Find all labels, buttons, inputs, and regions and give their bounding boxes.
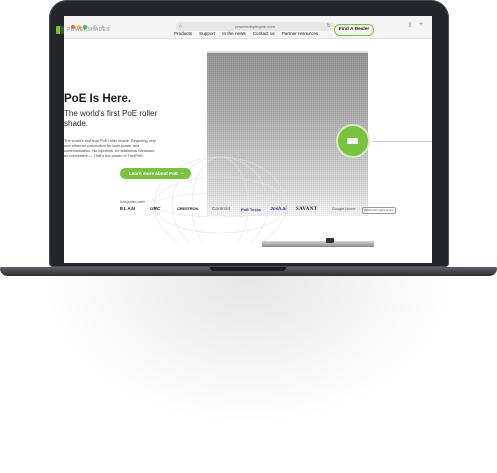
lock-icon: ⌂ (179, 23, 183, 29)
shade-pull-knob (326, 238, 334, 243)
reload-icon[interactable]: ↻ (327, 22, 331, 31)
poe-port-highlight (336, 124, 370, 158)
brand-elan-logo: ELAN (120, 207, 136, 212)
hero-body: The world's first true PoE roller shade.… (64, 138, 156, 159)
ethernet-plug-icon (347, 138, 358, 144)
hero-title: PoE Is Here. (64, 93, 132, 105)
globe-lines-decoration (153, 156, 287, 243)
url-text: poweredbytrupoe.com (235, 24, 275, 29)
brand-google-home-logo: Google Home (332, 207, 356, 211)
logo-mark-icon (56, 26, 64, 34)
brand-josh-logo: Josh.ai (270, 207, 287, 212)
logo-text: POWERSHADES (67, 27, 110, 33)
nav-products[interactable]: Products (174, 31, 192, 36)
address-bar[interactable]: ⌂ poweredbytrupoe.com ↻ (176, 22, 334, 31)
laptop-shadow (40, 276, 457, 426)
hero-subtitle: The world's first PoE roller shade. (64, 109, 158, 128)
learn-more-label: Learn more about PoE (129, 171, 179, 176)
brand-savant-logo: SAVANT (296, 207, 318, 212)
arrow-right-icon: → (179, 170, 185, 176)
new-tab-icon[interactable]: + (419, 21, 423, 28)
brand-crestron-logo: CRESTRON (177, 207, 199, 211)
integration-logos: ELAN URC CRESTRON Control4 PoE Texas Jos… (120, 207, 396, 217)
laptop-notch (210, 267, 286, 271)
main-nav: Products Support In the news Contact us … (174, 31, 318, 36)
share-icon[interactable]: ⇪ (407, 21, 413, 29)
nav-partner-resources[interactable]: Partner resources (282, 31, 319, 36)
brand-poe-texas-logo: PoE Texas (241, 207, 261, 212)
find-dealer-button[interactable]: Find A Dealer (334, 24, 374, 36)
brand-apple-home-badge: Works with Apple Home (362, 207, 396, 214)
learn-more-button[interactable]: Learn more about PoE → (120, 168, 191, 179)
ethernet-cable (372, 141, 432, 142)
integrations-label: Integrates with (120, 200, 145, 204)
site-logo[interactable]: POWERSHADES (56, 26, 110, 34)
brand-control4-logo: Control4 (212, 207, 231, 212)
brand-urc-logo: URC (150, 207, 161, 212)
nav-in-the-news[interactable]: In the news (222, 31, 246, 36)
nav-support[interactable]: Support (199, 31, 215, 36)
nav-contact-us[interactable]: Contact us (253, 31, 275, 36)
